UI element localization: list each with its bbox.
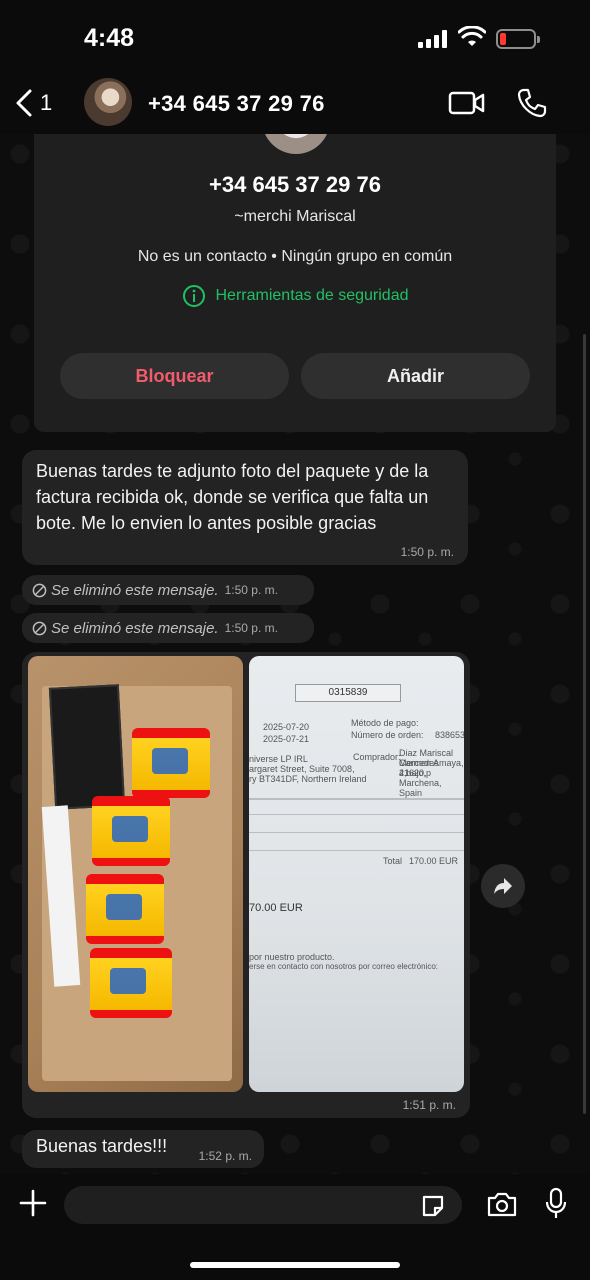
phone-call-icon[interactable]: [516, 87, 548, 119]
card-alias: ~merchi Mariscal: [234, 208, 356, 225]
battery-icon: [496, 29, 540, 49]
message-text: Buenas tardes!!!: [36, 1136, 168, 1156]
total-value: 170.00 EUR: [409, 856, 459, 866]
jar: [90, 948, 172, 1018]
scrollbar[interactable]: [583, 334, 586, 1114]
camera-icon[interactable]: [486, 1190, 518, 1218]
video-call-icon[interactable]: [448, 90, 486, 116]
order-number: 838653: [435, 730, 464, 740]
composer-bar: [0, 1174, 590, 1280]
photo-album-message[interactable]: 0315839 2025-07-20 2025-07-21 Método de …: [22, 652, 470, 1118]
buyer-label: Comprador:: [353, 752, 401, 762]
message-time: 1:50 p. m.: [224, 621, 278, 635]
message-time: 1:50 p. m.: [224, 583, 278, 597]
jar: [132, 728, 210, 798]
deleted-text: Se eliminó este mensaje.: [51, 581, 219, 599]
message-input[interactable]: [64, 1186, 462, 1224]
table-line: [249, 814, 464, 815]
contact-avatar[interactable]: [84, 78, 132, 126]
home-indicator: [190, 1262, 400, 1268]
invoice-footer: erse en contacto con nosotros por correo…: [249, 962, 438, 971]
prohibited-icon: [32, 621, 47, 635]
message-time: 1:51 p. m.: [402, 1098, 456, 1112]
chat-header: 1 +34 645 37 29 76: [0, 78, 590, 134]
invoice-footer: por nuestro producto.: [249, 952, 335, 962]
message-bubble[interactable]: Buenas tardes te adjunto foto del paquet…: [22, 450, 468, 565]
total-label: Total: [383, 856, 403, 866]
payment-method-label: Método de pago:: [351, 718, 419, 728]
invoice-number: 0315839: [295, 684, 401, 702]
jar: [86, 874, 164, 944]
buyer-city: 41620, Marchena, Spain: [399, 768, 442, 798]
forward-button[interactable]: [481, 864, 525, 908]
deleted-message[interactable]: Se eliminó este mensaje. 1:50 p. m.: [22, 575, 314, 605]
prohibited-icon: [32, 583, 47, 597]
status-bar: 4:48: [0, 0, 590, 78]
chat-area[interactable]: +34 645 37 29 76 ~merchi Mariscal No es …: [0, 134, 590, 1174]
message-text: Buenas tardes te adjunto foto del paquet…: [36, 461, 429, 533]
black-box: [48, 684, 126, 810]
back-button[interactable]: 1: [14, 88, 52, 118]
invoice-amount: 70.00 EUR: [249, 902, 303, 914]
status-time: 4:48: [84, 24, 135, 52]
contact-info-card: +34 645 37 29 76 ~merchi Mariscal No es …: [34, 134, 556, 432]
seller-name: niverse LP IRL: [249, 754, 308, 764]
forward-icon: [494, 878, 512, 894]
microphone-icon[interactable]: [544, 1187, 568, 1221]
invoice-date: 2025-07-21: [263, 734, 310, 744]
chevron-left-icon: [16, 89, 32, 117]
order-number-label: Número de orden:: [351, 730, 424, 740]
add-contact-button[interactable]: Añadir: [301, 353, 530, 399]
table-line: [249, 832, 464, 833]
message-time: 1:50 p. m.: [400, 545, 454, 559]
deleted-text: Se eliminó este mensaje.: [51, 619, 219, 637]
sticker-icon[interactable]: [420, 1193, 446, 1219]
wifi-icon: [458, 26, 486, 46]
card-avatar: [262, 134, 330, 154]
cellular-signal-icon: [418, 30, 447, 48]
card-info: No es un contacto • Ningún grupo en comú…: [137, 248, 453, 265]
message-bubble[interactable]: Buenas tardes!!! 1:52 p. m.: [22, 1130, 264, 1168]
block-button[interactable]: Bloquear: [60, 353, 289, 399]
invoice-photo[interactable]: 0315839 2025-07-20 2025-07-21 Método de …: [249, 656, 464, 1092]
table-line: [249, 798, 464, 800]
seller-city: ry BT341DF, Northern Ireland: [249, 774, 367, 784]
plus-icon[interactable]: [18, 1188, 48, 1218]
message-time: 1:52 p. m.: [198, 1149, 252, 1163]
security-tools-link[interactable]: Herramientas de seguridad: [34, 284, 556, 308]
deleted-message[interactable]: Se eliminó este mensaje. 1:50 p. m.: [22, 613, 314, 643]
jar: [92, 796, 170, 866]
unread-count: 1: [40, 90, 53, 115]
invoice-date: 2025-07-20: [263, 722, 310, 732]
info-icon: [182, 285, 205, 307]
seller-street: argaret Street, Suite 7008,: [249, 764, 355, 774]
table-line: [249, 850, 464, 851]
package-photo[interactable]: [28, 656, 243, 1092]
contact-name[interactable]: +34 645 37 29 76: [148, 91, 325, 117]
security-tools-label: Herramientas de seguridad: [215, 287, 409, 304]
card-phone: +34 645 37 29 76: [209, 172, 381, 197]
